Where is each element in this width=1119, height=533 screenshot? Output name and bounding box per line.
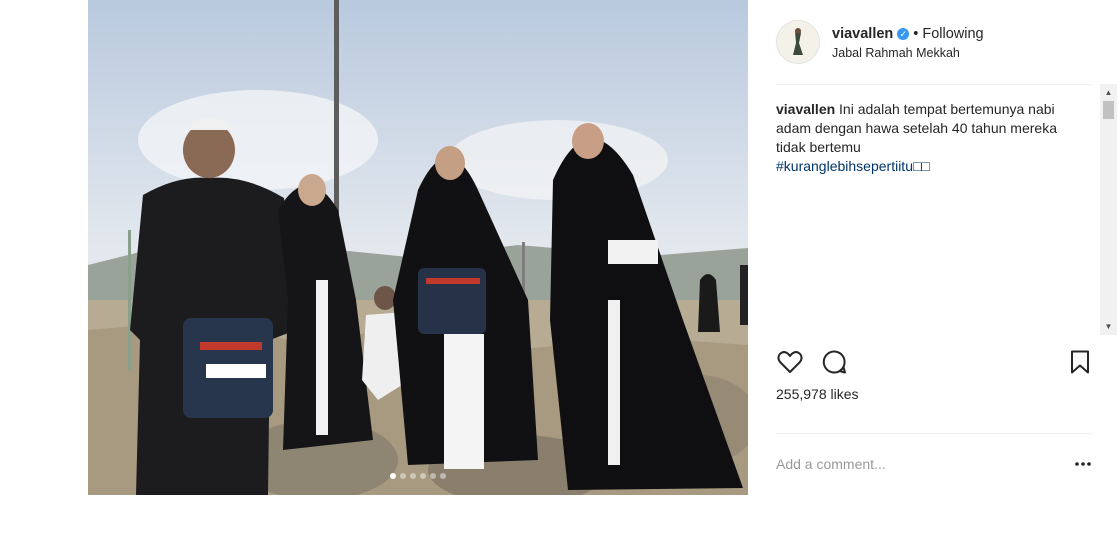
carousel-dot — [430, 473, 436, 479]
username-row: viavallen ✓ • Following — [832, 25, 984, 43]
verified-badge-icon: ✓ — [897, 28, 910, 40]
caption-scrollbar[interactable]: ▲ ▼ — [1100, 84, 1117, 335]
post-details-panel: viavallen ✓ • Following Jabal Rahmah Mekkah… — [750, 0, 1119, 495]
following-button[interactable]: Following — [922, 26, 983, 42]
hashtag-link[interactable]: #kuranglebihsepertiitu□□ — [776, 158, 930, 174]
username-link[interactable]: viavallen — [832, 26, 893, 42]
scrollbar-thumb[interactable] — [1103, 101, 1114, 119]
scroll-up-arrow-icon[interactable]: ▲ — [1100, 84, 1117, 101]
heart-icon[interactable] — [776, 348, 804, 376]
post-photo[interactable] — [88, 0, 748, 495]
bookmark-icon[interactable] — [1066, 348, 1094, 376]
comment-input[interactable] — [776, 452, 1056, 476]
more-options-icon[interactable] — [1074, 456, 1092, 472]
carousel-dot — [410, 473, 416, 479]
comment-icon[interactable] — [820, 348, 848, 376]
carousel-dot — [390, 473, 396, 479]
carousel-dot — [400, 473, 406, 479]
photo-image — [88, 0, 748, 495]
location-link[interactable]: Jabal Rahmah Mekkah — [832, 46, 960, 60]
caption-username-link[interactable]: viavallen — [776, 101, 835, 117]
avatar-image — [777, 21, 819, 63]
divider — [776, 433, 1092, 434]
post-header: viavallen ✓ • Following Jabal Rahmah Mekkah — [776, 18, 1092, 72]
separator-bullet: • — [913, 26, 919, 42]
divider — [776, 84, 1092, 85]
carousel-indicator — [88, 473, 748, 479]
action-bar — [776, 348, 1092, 376]
caption-area: viavallen Ini adalah tempat bertemunya n… — [776, 100, 1076, 332]
likes-count[interactable]: 255,978 likes — [776, 386, 859, 402]
carousel-dot — [420, 473, 426, 479]
avatar[interactable] — [776, 20, 820, 64]
carousel-dot — [440, 473, 446, 479]
scroll-down-arrow-icon[interactable]: ▼ — [1100, 318, 1117, 335]
